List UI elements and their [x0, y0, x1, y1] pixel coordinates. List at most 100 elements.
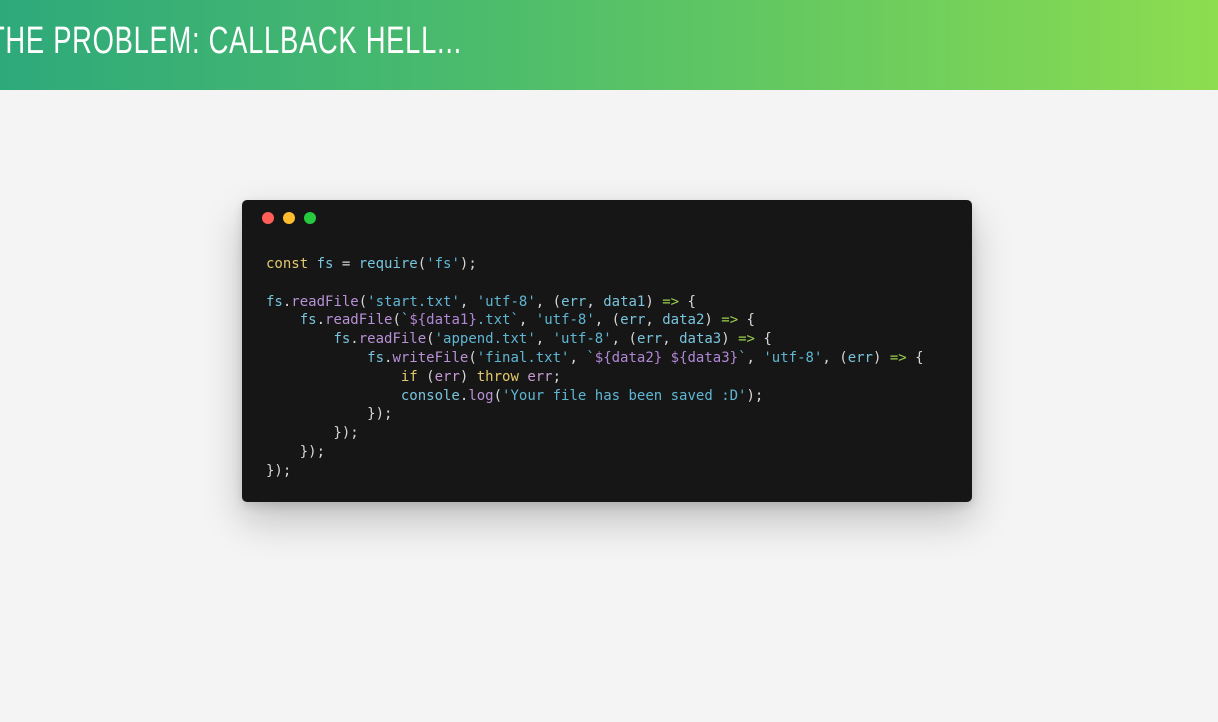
code-token: data1 — [603, 293, 646, 310]
code-token: }); — [266, 443, 326, 460]
code-token: 'final.txt' — [476, 349, 570, 366]
code-token: const — [266, 256, 317, 272]
code-token: fs — [299, 312, 317, 329]
code-token: ) — [645, 293, 663, 310]
code-token: throw — [476, 368, 528, 385]
code-token: , — [569, 349, 587, 366]
code-token: , — [586, 293, 604, 310]
code-token: = — [333, 256, 359, 272]
code-token: writeFile — [392, 349, 469, 366]
code-token: 'start.txt' — [367, 293, 460, 310]
code-token: 'append.txt' — [434, 331, 536, 348]
code-token: , — [459, 293, 477, 310]
code-token: fs — [333, 331, 351, 348]
code-token: { — [738, 312, 755, 329]
code-token: , ( — [822, 349, 848, 366]
code-line: const fs = require('fs'); — [266, 255, 924, 274]
slide-header: The Problem: Callback Hell... — [0, 0, 1218, 90]
code-token: , ( — [611, 331, 637, 348]
code-token: ( — [493, 387, 503, 404]
code-token: 'utf-8' — [476, 293, 536, 310]
code-token: => — [889, 349, 907, 366]
code-token: . — [316, 312, 326, 329]
code-token: fs — [316, 256, 334, 272]
code-token: 'Your file has been saved :D' — [502, 387, 747, 404]
code-token: , — [518, 312, 536, 329]
code-token: ; — [552, 368, 562, 385]
code-token: .txt` — [476, 312, 519, 329]
code-token: ( — [426, 368, 435, 385]
code-token: err — [561, 293, 587, 310]
code-line: }); — [266, 443, 924, 462]
code-token: err — [434, 368, 460, 385]
code-token: ( — [417, 256, 427, 272]
code-token: require — [358, 256, 418, 272]
code-token: 'utf-8' — [552, 331, 612, 348]
code-token: , — [662, 331, 680, 348]
code-token: readFile — [358, 331, 427, 348]
code-token: console — [400, 387, 460, 404]
minimize-dot[interactable] — [283, 212, 295, 224]
code-token: }); — [266, 425, 359, 442]
code-token: ) — [704, 312, 722, 329]
code-token: ) — [459, 368, 477, 385]
code-window: const fs = require('fs'); fs.readFile('s… — [242, 200, 972, 502]
code-token: { — [679, 293, 696, 310]
code-token: => — [662, 293, 680, 310]
code-line: fs.readFile('start.txt', 'utf-8', (err, … — [266, 293, 924, 312]
code-token: err — [636, 331, 663, 348]
code-token: 'fs' — [426, 256, 460, 272]
code-token: ` — [586, 349, 595, 366]
code-token: ( — [358, 293, 368, 310]
code-token: }); — [266, 406, 393, 423]
code-token: ) — [721, 331, 739, 348]
code-token: data2 — [662, 312, 705, 329]
slide-title: The Problem: Callback Hell... — [0, 20, 462, 62]
code-token: readFile — [291, 293, 359, 310]
code-token: , ( — [594, 312, 621, 329]
code-line: }); — [266, 405, 924, 424]
code-token: err — [620, 312, 646, 329]
code-token: ) — [872, 349, 890, 366]
code-line: fs.writeFile('final.txt', `${data2} ${da… — [266, 349, 924, 368]
code-token: ( — [426, 331, 435, 348]
code-token: => — [721, 312, 739, 329]
code-token: { — [906, 349, 924, 366]
code-line: if (err) throw err; — [266, 368, 924, 387]
code-token: ` — [738, 349, 747, 366]
code-token: readFile — [325, 312, 393, 329]
code-token: ${data2} — [594, 349, 663, 366]
code-line: fs.readFile('append.txt', 'utf-8', (err,… — [266, 330, 924, 349]
code-line: console.log('Your file has been saved :D… — [266, 387, 924, 406]
code-token: ( — [468, 349, 477, 366]
code-token: 'utf-8' — [763, 349, 823, 366]
code-token: , — [645, 312, 663, 329]
code-token: => — [738, 331, 755, 348]
code-token: fs — [266, 293, 283, 310]
code-line: }); — [266, 462, 924, 481]
code-token: . — [350, 331, 359, 348]
code-token: data3 — [679, 331, 722, 348]
code-token: ${data3} — [670, 349, 739, 366]
code-line: fs.readFile(`${data1}.txt`, 'utf-8', (er… — [266, 311, 924, 330]
code-token: ); — [459, 256, 477, 272]
code-token: err — [847, 349, 873, 366]
maximize-dot[interactable] — [304, 212, 316, 224]
code-token: err — [527, 368, 553, 385]
close-dot[interactable] — [262, 212, 274, 224]
code-token: , — [746, 349, 764, 366]
window-controls — [262, 212, 316, 224]
code-token: { — [754, 331, 772, 348]
code-block: const fs = require('fs'); fs.readFile('s… — [266, 255, 924, 481]
code-token: }); — [266, 462, 292, 479]
code-token: log — [468, 387, 494, 404]
code-token: 'utf-8' — [535, 312, 595, 329]
code-token: if — [400, 368, 427, 385]
